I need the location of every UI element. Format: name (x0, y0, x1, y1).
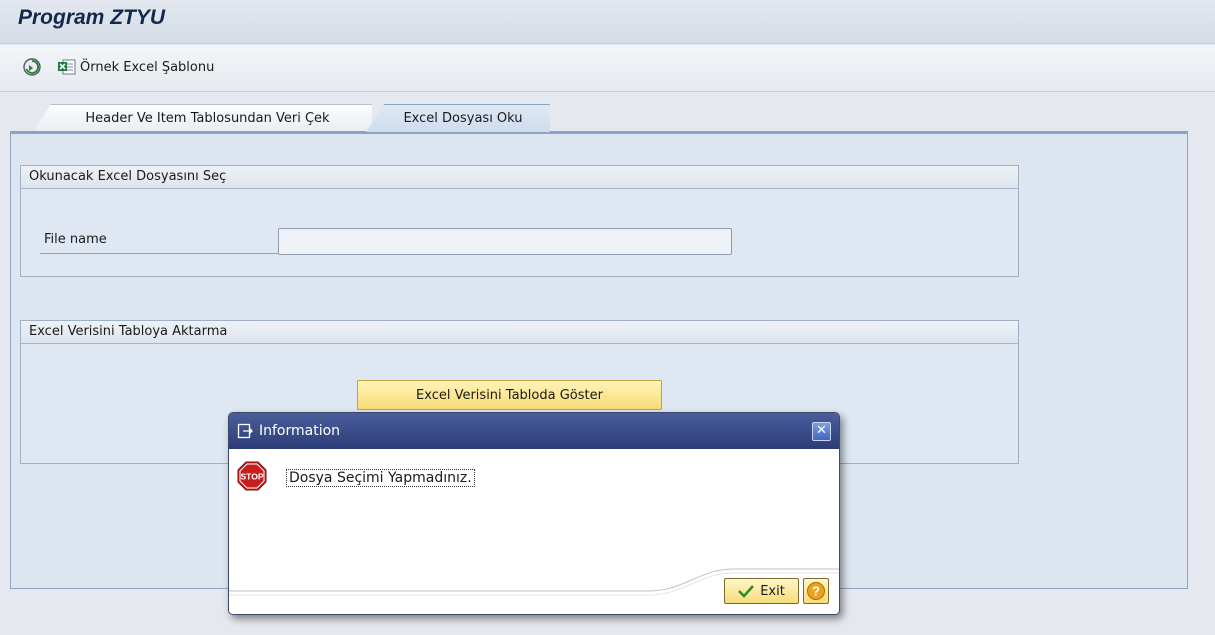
show-excel-data-button[interactable]: Excel Verisini Tabloda Göster (357, 380, 662, 410)
stop-icon: STOP (237, 461, 267, 491)
file-name-label: File name (44, 232, 107, 247)
dialog-info-icon (237, 423, 253, 439)
close-icon[interactable]: ✕ (812, 422, 831, 441)
application-toolbar: Örnek Excel Şablonu (0, 45, 1215, 92)
checkmark-icon (738, 585, 755, 598)
group-title: Excel Verisini Tabloya Aktarma (21, 321, 1018, 344)
excel-template-label: Örnek Excel Şablonu (80, 59, 215, 75)
tab-label: Excel Dosyası Oku (403, 111, 523, 126)
execute-button[interactable] (22, 55, 44, 79)
label-underline (40, 253, 280, 254)
tab-excel-read[interactable]: Excel Dosyası Oku (366, 104, 550, 132)
group-title: Okunacak Excel Dosyasını Seç (21, 166, 1018, 189)
execute-icon (23, 58, 41, 76)
group-file-select: Okunacak Excel Dosyasını Seç (20, 165, 1019, 277)
dialog-title: Information (259, 423, 341, 439)
svg-text:?: ? (812, 584, 820, 599)
svg-text:STOP: STOP (241, 472, 264, 482)
excel-template-icon (58, 59, 76, 75)
title-bar: Program ZTYU (0, 0, 1215, 44)
help-icon: ? (807, 582, 825, 600)
page-title: Program ZTYU (18, 6, 166, 29)
tab-label: Header Ve Item Tablosundan Veri Çek (85, 111, 330, 126)
excel-template-button[interactable]: Örnek Excel Şablonu (57, 55, 214, 79)
dialog-title-bar[interactable]: Information ✕ (229, 413, 839, 449)
dialog-message: Dosya Seçimi Yapmadınız. (286, 469, 475, 487)
exit-button[interactable]: Exit (724, 578, 799, 604)
exit-label: Exit (760, 583, 785, 599)
tab-header-item[interactable]: Header Ve Item Tablosundan Veri Çek (33, 104, 372, 132)
file-name-input[interactable] (278, 228, 732, 255)
help-button[interactable]: ? (803, 578, 829, 604)
information-dialog: Information ✕ STOP Dosya Seçimi Yapmadın… (228, 412, 840, 615)
